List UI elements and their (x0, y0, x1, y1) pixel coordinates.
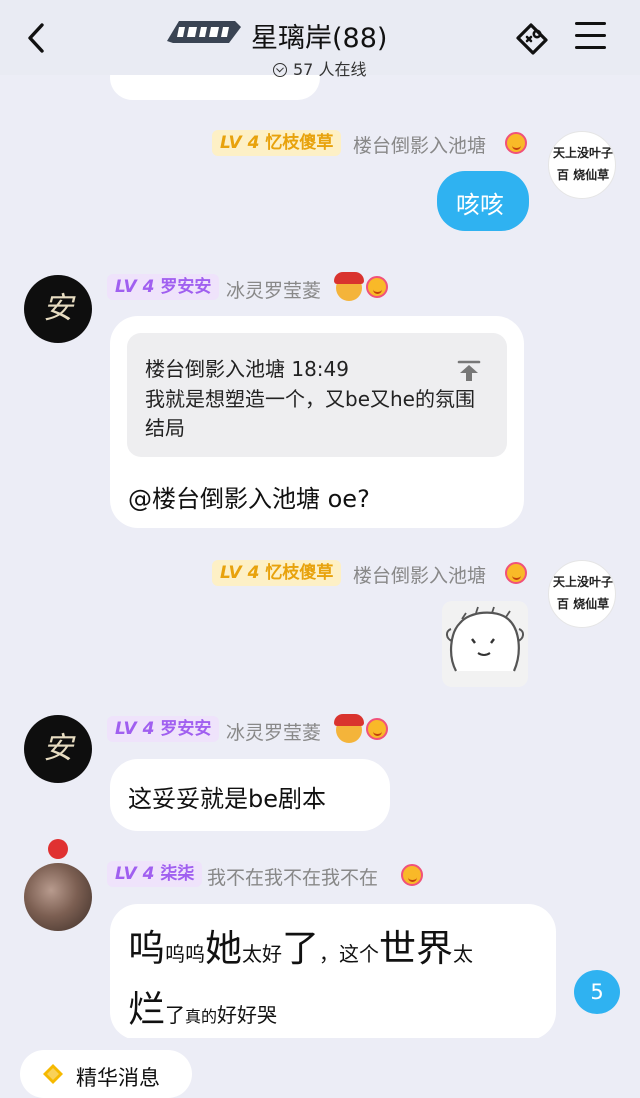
sender-nickname[interactable]: 楼台倒影入池塘 (353, 561, 486, 588)
sticker-image[interactable] (442, 601, 528, 687)
message-text: @楼台倒影入池塘 oe? (128, 485, 370, 513)
level-badge: LV 4 柒柒 (107, 861, 203, 887)
sender-nickname[interactable]: 冰灵罗莹菱 (226, 718, 321, 745)
avatar[interactable]: 安 (24, 275, 92, 343)
avatar[interactable]: 天上没叶子百 烧仙草 (548, 560, 616, 628)
sender-nickname[interactable]: 楼台倒影入池塘 (353, 131, 486, 158)
level-text: LV 4 (115, 277, 155, 297)
hamburger-menu-icon (575, 22, 606, 25)
title-area[interactable]: 星璃岸(88) 57 人在线 (165, 10, 405, 79)
group-title: 星璃岸(88) (251, 23, 388, 54)
message-bubble[interactable]: 咳咳 (437, 171, 529, 231)
message-text: 呜呜呜她太好了，这个世界太 烂了真的好好哭 (128, 927, 473, 1031)
member-title: 柒柒 (160, 864, 195, 884)
smile-emoji-icon (401, 864, 423, 886)
sender-nickname[interactable]: 我不在我不在我不在 (207, 863, 378, 890)
back-button[interactable] (22, 20, 52, 56)
sender-nickname[interactable]: 冰灵罗莹菱 (226, 276, 321, 303)
jump-to-message-icon[interactable] (457, 359, 481, 383)
quote-time: 18:49 (291, 357, 349, 381)
unread-count-badge[interactable]: 5 (574, 970, 620, 1014)
member-title: 罗安安 (160, 719, 212, 739)
quote-card[interactable]: 楼台倒影入池塘 18:49 我就是想塑造一个，又be又he的氛围结局 (127, 333, 507, 457)
character-emoji-icon (334, 272, 364, 301)
online-status: 57 人在线 (273, 56, 366, 80)
level-text: LV 4 (115, 864, 155, 884)
avatar-text: 天上没叶子百 烧仙草 (553, 146, 614, 182)
level-text: LV 4 (220, 133, 260, 153)
level-badge: LV 4 罗安安 (107, 716, 220, 742)
online-count: 57 人在线 (293, 60, 367, 79)
chevron-left-icon (28, 23, 44, 53)
avatar[interactable]: 天上没叶子百 烧仙草 (548, 131, 616, 199)
member-title: 忆枝傻草 (265, 563, 334, 583)
avatar-text: 安 (43, 291, 73, 326)
avatar[interactable]: 安 (24, 715, 92, 783)
character-emoji-icon (334, 714, 364, 743)
level-badge: LV 4 忆枝傻草 (212, 560, 342, 586)
message-bubble[interactable]: 呜呜呜她太好了，这个世界太 烂了真的好好哭 (110, 904, 556, 1038)
flower-decoration-icon (48, 839, 68, 859)
gamepad-icon (516, 23, 548, 55)
level-text: LV 4 (220, 563, 260, 583)
level-text: LV 4 (115, 719, 155, 739)
essence-label: 精华消息 (76, 1066, 160, 1090)
chat-header: 星璃岸(88) 57 人在线 (0, 0, 640, 79)
game-button[interactable] (512, 19, 552, 57)
member-title: 忆枝傻草 (265, 133, 334, 153)
game-logo-icon (167, 21, 241, 43)
smile-emoji-icon (366, 718, 388, 740)
avatar[interactable] (24, 863, 92, 931)
message-text: 咳咳 (456, 191, 504, 219)
quote-text: 我就是想塑造一个，又be又he的氛围结局 (145, 387, 475, 440)
member-title: 罗安安 (160, 277, 212, 297)
message-text: 这妥妥就是be剧本 (128, 785, 326, 813)
avatar-text: 天上没叶子百 烧仙草 (553, 575, 614, 611)
message-list[interactable]: LV 4 忆枝傻草 楼台倒影入池塘 天上没叶子百 烧仙草 咳咳 安 LV 4 罗安安… (0, 75, 640, 1038)
cartoon-face-sticker-icon (446, 606, 524, 672)
level-badge: LV 4 忆枝傻草 (212, 130, 342, 156)
quote-header: 楼台倒影入池塘 18:49 (145, 353, 349, 382)
smile-emoji-icon (366, 276, 388, 298)
smile-emoji-icon (505, 562, 527, 584)
smile-emoji-icon (505, 132, 527, 154)
bottom-bar: 精华消息 (0, 1038, 640, 1098)
diamond-icon (43, 1064, 63, 1084)
quote-author: 楼台倒影入池塘 (145, 357, 285, 381)
clock-icon (273, 63, 287, 77)
avatar-text: 安 (43, 731, 73, 766)
menu-button[interactable] (575, 22, 607, 52)
essence-messages-button[interactable]: 精华消息 (20, 1050, 192, 1098)
message-bubble[interactable]: 这妥妥就是be剧本 (110, 759, 390, 831)
level-badge: LV 4 罗安安 (107, 274, 220, 300)
